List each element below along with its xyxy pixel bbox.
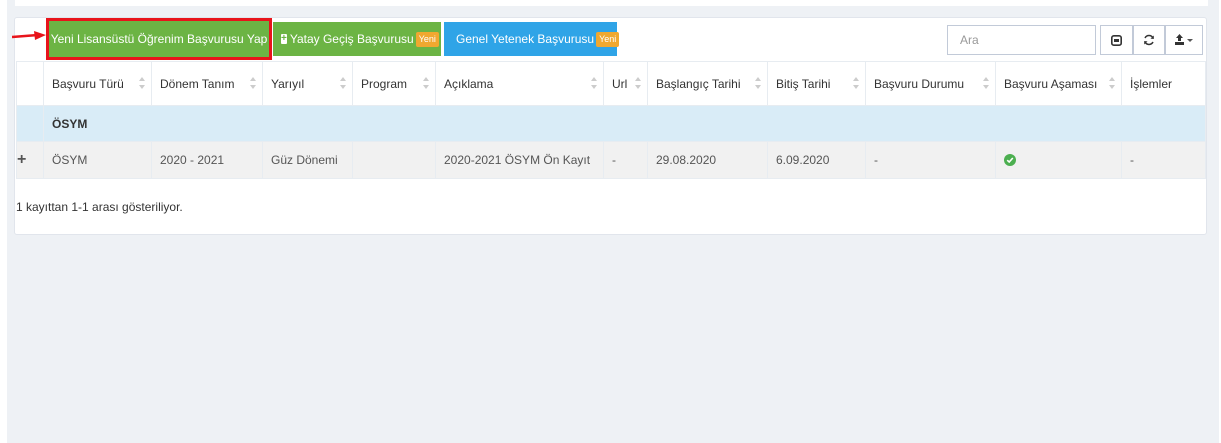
column-header[interactable]: Program bbox=[352, 61, 436, 106]
expand-row-button[interactable]: + bbox=[16, 141, 44, 179]
new-badge: Yeni bbox=[596, 31, 620, 47]
check-circle-icon bbox=[1004, 154, 1016, 166]
talent-application-button[interactable]: Genel Yetenek Başvurusu Yeni bbox=[444, 22, 620, 56]
table-cell: - bbox=[865, 141, 996, 179]
pagination-info: 1 kayıttan 1-1 arası gösteriliyor. bbox=[16, 200, 183, 214]
red-arrow-icon bbox=[12, 31, 46, 40]
search-input[interactable] bbox=[947, 25, 1096, 55]
table-cell bbox=[352, 141, 436, 179]
transfer-application-button[interactable]: + Yatay Geçiş Başvurusu Yeni bbox=[273, 22, 441, 56]
sort-icon bbox=[983, 77, 989, 89]
new-badge: Yeni bbox=[415, 31, 439, 47]
top-strip bbox=[15, 0, 1208, 6]
toggle-columns-button[interactable] bbox=[1100, 25, 1133, 55]
column-header[interactable]: Dönem Tanım bbox=[151, 61, 263, 106]
table-cell: - bbox=[1121, 141, 1206, 179]
export-button[interactable] bbox=[1165, 25, 1203, 55]
refresh-icon bbox=[1144, 34, 1154, 46]
sort-icon bbox=[423, 77, 429, 89]
new-graduate-application-label: Yeni Lisansüstü Öğrenim Başvurusu Yap bbox=[50, 32, 268, 46]
applications-table: Başvuru Türü Dönem Tanım Yarıyıl Program… bbox=[16, 61, 1206, 179]
table-cell: 2020-2021 ÖSYM Ön Kayıt bbox=[435, 141, 604, 179]
column-header[interactable]: Başvuru Aşaması bbox=[995, 61, 1122, 106]
column-header[interactable]: Bitiş Tarihi bbox=[767, 61, 866, 106]
sort-icon bbox=[250, 77, 256, 89]
expand-column-header bbox=[16, 61, 44, 106]
stage-cell bbox=[995, 141, 1122, 179]
column-header[interactable]: Başlangıç Tarihi bbox=[647, 61, 768, 106]
sort-icon bbox=[755, 77, 761, 89]
transfer-application-label: Yatay Geçiş Başvurusu bbox=[289, 32, 414, 46]
sort-icon bbox=[340, 77, 346, 89]
column-header[interactable]: Url bbox=[603, 61, 648, 106]
new-graduate-application-button[interactable]: Yeni Lisansüstü Öğrenim Başvurusu Yap bbox=[49, 21, 269, 57]
plus-square-icon: + bbox=[281, 33, 287, 44]
sort-icon bbox=[591, 77, 597, 89]
sort-icon bbox=[1109, 77, 1115, 89]
table-cell: 6.09.2020 bbox=[767, 141, 866, 179]
column-header[interactable]: Açıklama bbox=[435, 61, 604, 106]
table-cell: 29.08.2020 bbox=[647, 141, 768, 179]
toggle-columns-icon bbox=[1111, 34, 1122, 46]
group-label: ÖSYM bbox=[43, 105, 1206, 142]
sort-icon bbox=[139, 77, 145, 89]
column-header[interactable]: Başvuru Durumu bbox=[865, 61, 996, 106]
table-header-row: Başvuru Türü Dönem Tanım Yarıyıl Program… bbox=[16, 61, 1206, 106]
group-spacer bbox=[16, 105, 44, 142]
export-icon bbox=[1175, 34, 1193, 45]
table-cell: 2020 - 2021 bbox=[151, 141, 263, 179]
talent-application-label: Genel Yetenek Başvurusu bbox=[456, 32, 595, 46]
refresh-button[interactable] bbox=[1133, 25, 1165, 55]
table-cell: ÖSYM bbox=[43, 141, 152, 179]
column-header[interactable]: Başvuru Türü bbox=[43, 61, 152, 106]
column-header[interactable]: İşlemler bbox=[1121, 61, 1206, 106]
table-cell: - bbox=[603, 141, 648, 179]
column-header[interactable]: Yarıyıl bbox=[262, 61, 353, 106]
sort-icon bbox=[635, 77, 641, 89]
table-row[interactable]: + ÖSYM 2020 - 2021 Güz Dönemi 2020-2021 … bbox=[16, 141, 1206, 179]
sort-icon bbox=[853, 77, 859, 89]
table-cell: Güz Dönemi bbox=[262, 141, 353, 179]
group-row: ÖSYM bbox=[16, 105, 1206, 142]
